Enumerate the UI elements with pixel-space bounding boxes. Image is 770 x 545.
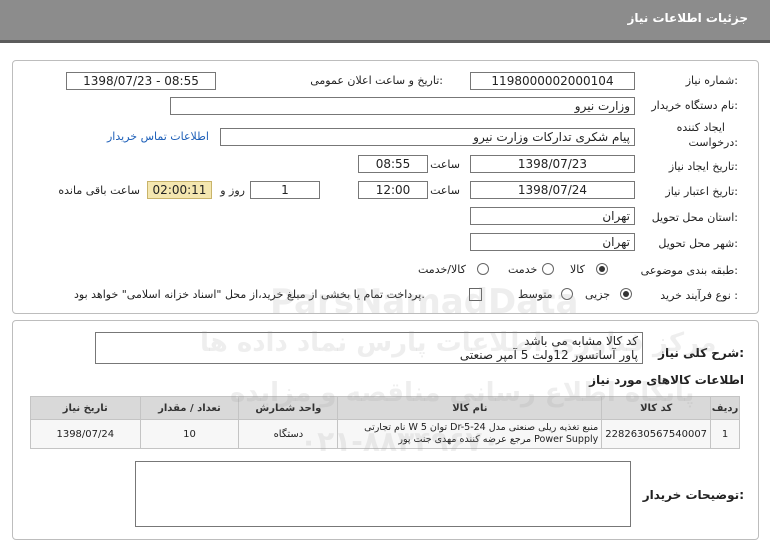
goods-table-header: ردیف کد کالا نام کالا واحد شمارش تعداد /… xyxy=(30,396,740,420)
col-code: کد کالا xyxy=(601,396,712,420)
days-label: روز و xyxy=(220,184,245,197)
row-name: منبع تغذیه ریلی صنعتی مدل Dr-5-24 توان W… xyxy=(337,419,603,449)
creator-field: پیام شکری تدارکات وزارت نیرو xyxy=(220,128,635,146)
need-number-label: شماره نیاز: xyxy=(685,74,738,87)
row-date: 1398/07/24 xyxy=(30,419,141,449)
validity-time-field: 12:00 xyxy=(358,181,428,199)
created-date-label: تاریخ ایجاد نیاز: xyxy=(668,160,738,173)
row-index: 1 xyxy=(710,419,740,449)
col-row: ردیف xyxy=(710,396,740,420)
validity-time-label: ساعت xyxy=(430,184,460,197)
category-option-goods: کالا xyxy=(570,263,585,276)
process-option-minor: جزیی xyxy=(585,288,611,301)
row-code: 2282630567540007 xyxy=(601,419,712,449)
description-line-1: کد کالا مشابه می باشد xyxy=(524,334,638,348)
col-date: تاریخ نیاز xyxy=(30,396,141,420)
buyer-notes-field xyxy=(135,461,631,527)
description-line-2: پاور آسانسور 12ولت 5 آمپر صنعتی xyxy=(459,348,638,362)
province-field: تهران xyxy=(470,207,635,225)
creator-label-2: درخواست: xyxy=(688,136,739,149)
row-qty: 10 xyxy=(139,419,240,449)
col-name: نام کالا xyxy=(337,396,603,420)
table-row: 1 2282630567540007 منبع تغذیه ریلی صنعتی… xyxy=(30,419,740,449)
validity-date-label: تاریخ اعتبار نیاز: xyxy=(665,185,738,198)
city-label: شهر محل تحویل: xyxy=(658,237,738,250)
remaining-time-field: 02:00:11 xyxy=(147,181,212,199)
buyer-label: نام دستگاه خریدار: xyxy=(651,99,738,112)
category-radio-service[interactable] xyxy=(542,263,554,275)
creator-label-1: ایجاد کننده xyxy=(676,121,725,134)
goods-section-title: اطلاعات کالاهای مورد نیاز xyxy=(589,373,744,387)
category-option-goods-service: کالا/خدمت xyxy=(418,263,466,276)
announce-label: تاریخ و ساعت اعلان عمومی: xyxy=(310,74,443,87)
process-label: نوع فرآیند خرید : xyxy=(660,289,738,302)
contact-buyer-link[interactable]: اطلاعات تماس خریدار xyxy=(107,130,209,143)
created-time-label: ساعت xyxy=(430,158,460,171)
process-radio-medium[interactable] xyxy=(561,288,573,300)
remaining-label: ساعت باقی مانده xyxy=(58,184,140,197)
description-label: شرح کلی نیاز: xyxy=(658,346,744,360)
need-number-field: 1198000002000104 xyxy=(470,72,635,90)
description-field: کد کالا مشابه می باشد پاور آسانسور 12ولت… xyxy=(95,332,643,364)
validity-date-field: 1398/07/24 xyxy=(470,181,635,199)
process-option-medium: متوسط xyxy=(518,288,553,301)
row-name-line-2: Power Supply مرجع عرضه کننده مهدی جنت پو… xyxy=(398,434,599,445)
col-unit: واحد شمارش xyxy=(238,396,339,420)
created-time-field: 08:55 xyxy=(358,155,428,173)
col-qty: تعداد / مقدار xyxy=(139,396,240,420)
process-radio-minor[interactable] xyxy=(620,288,632,300)
row-unit: دستگاه xyxy=(238,419,339,449)
city-field: تهران xyxy=(470,233,635,251)
header-bar: جزئیات اطلاعات نیاز xyxy=(0,0,770,43)
buyer-field: وزارت نیرو xyxy=(170,97,635,115)
treasury-payment-note: پرداخت تمام یا بخشی از مبلغ خرید،از محل … xyxy=(74,288,425,301)
treasury-payment-checkbox[interactable] xyxy=(469,288,482,301)
created-date-field: 1398/07/23 xyxy=(470,155,635,173)
province-label: استان محل تحویل: xyxy=(651,211,738,224)
goods-table: ردیف کد کالا نام کالا واحد شمارش تعداد /… xyxy=(30,396,740,449)
category-option-service: خدمت xyxy=(508,263,538,276)
category-radio-goods-service[interactable] xyxy=(477,263,489,275)
category-radio-goods[interactable] xyxy=(596,263,608,275)
page-title: جزئیات اطلاعات نیاز xyxy=(627,11,748,25)
buyer-notes-label: توضیحات خریدار: xyxy=(642,488,744,502)
days-remaining-field: 1 xyxy=(250,181,320,199)
row-name-line-1: منبع تغذیه ریلی صنعتی مدل Dr-5-24 توان W… xyxy=(364,422,599,433)
announce-field: 1398/07/23 - 08:55 xyxy=(66,72,216,90)
category-label: طبقه بندی موضوعی: xyxy=(640,264,738,277)
